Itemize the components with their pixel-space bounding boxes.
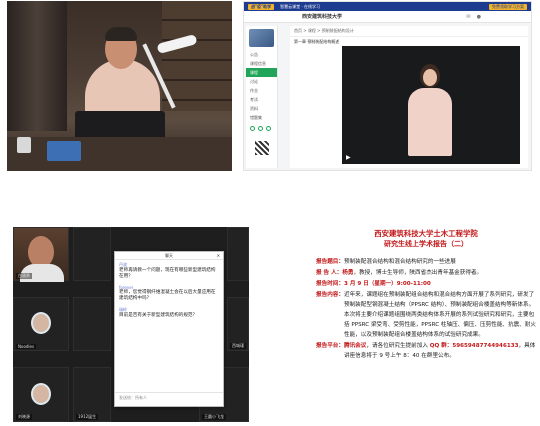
avatar	[31, 382, 51, 405]
participant-name: 西城瑾	[230, 343, 246, 349]
participant-name: 1912届生	[76, 414, 99, 420]
tool-icon[interactable]	[266, 126, 271, 131]
lecturer-figure	[406, 64, 454, 156]
video-tile-main[interactable]: 白國勇	[13, 227, 69, 282]
speaker-name: 杨勇	[342, 270, 354, 276]
video-tile[interactable]: Noodles	[13, 297, 69, 351]
sidebar-item[interactable]: 作业	[246, 86, 277, 95]
topic-row: 报告题目： 预制装配混合结构和混合结构研究的一些进展	[316, 257, 536, 267]
content-text: 近年来，课题组在预制装配组合结构和混合结构方面开展了系列研究，研发了预制装配型钢…	[343, 292, 536, 338]
sidebar-item[interactable]: 考试	[246, 95, 277, 104]
video-tile[interactable]	[227, 227, 249, 281]
course-sidebar: 公告 课程信息 课程 讨论 作业 考试 资料 错题集	[246, 26, 278, 168]
participant-name: Noodles	[16, 344, 37, 349]
chat-panel: 聊天 ✕ 丹波 老师再请教一个问题，现在有哪些新型建筑结构在用？ forever 老师…	[114, 251, 224, 407]
blue-box	[47, 141, 81, 161]
topic-value: 预制装配混合结构和混合结构研究的一些进展	[343, 259, 456, 265]
chat-text: 老师再请教一个问题，现在有哪些新型建筑结构在用？	[119, 268, 216, 280]
video-tile[interactable]: 1912届生	[73, 367, 111, 422]
sidebar-item[interactable]: 讨论	[246, 77, 277, 86]
video-tile[interactable]	[73, 227, 111, 281]
video-tile[interactable]: 刘晓源	[13, 367, 69, 422]
participant-name: 王圆小飞龙	[202, 414, 226, 420]
chat-text: 目前是否有关于新型建筑结构的规范？	[119, 312, 198, 318]
mug	[17, 137, 31, 153]
user-icon[interactable]: ●	[477, 14, 481, 20]
video-tile[interactable]: 西城瑾	[227, 297, 249, 351]
sidebar-item[interactable]: 课程	[246, 68, 277, 77]
teacher-photo	[7, 1, 232, 171]
participant-name: 刘晓源	[16, 414, 32, 420]
qr-code-icon	[254, 141, 269, 155]
university-name: 西安建筑科技大学	[302, 14, 343, 20]
participant-name: 白國勇	[16, 273, 32, 279]
tool-icon[interactable]	[258, 126, 263, 131]
breadcrumb[interactable]: 首页 > 课程 > 预制装配结构设计	[290, 26, 528, 37]
chat-footer[interactable]: 发送给：所有人	[115, 392, 223, 406]
banner-text: 智慧云课堂 · 在线学习	[280, 3, 320, 9]
avatar	[31, 312, 51, 334]
qq-label: QQ 群：	[429, 343, 453, 349]
video-player[interactable]: ▶	[342, 46, 520, 164]
speaker-row: 报 告 人： 杨勇，教授，博士生导师，陕西省杰出青年基金获得者。	[316, 268, 536, 278]
platform-row: 报告平台： 腾讯会议，请各位研究生提前加入 QQ 群：5965948774494…	[316, 341, 536, 361]
sidebar-item[interactable]: 错题集	[246, 113, 277, 122]
platform-label: 报告平台：	[316, 343, 344, 349]
qq-number: 59659487744946133	[452, 343, 519, 349]
teacher-hair	[105, 27, 137, 41]
sidebar-item[interactable]: 资料	[246, 104, 277, 113]
banner-button[interactable]: 免费领取学习方案	[489, 3, 527, 10]
close-icon[interactable]: ✕	[217, 252, 220, 260]
poster-subtitle: 研究生线上学术报告（二）	[384, 240, 468, 248]
chat-message: 丹波 老师再请教一个问题，现在有哪些新型建筑结构在用？	[115, 260, 223, 283]
speaker-desc: ，教授，博士生导师，陕西省杰出青年基金获得者。	[353, 270, 483, 276]
desk	[7, 137, 232, 171]
time-row: 报告时间： 3 月 9 日（星期一）9:00-11:00	[316, 279, 536, 289]
sidebar-tools	[246, 122, 277, 135]
chat-recipient[interactable]: 发送给：所有人	[119, 395, 147, 400]
tool-icon[interactable]	[250, 126, 255, 131]
content-label: 报告内容：	[316, 292, 344, 298]
curtain	[7, 1, 67, 131]
lecturer-face	[423, 69, 437, 86]
chat-title: 聊天	[165, 253, 173, 258]
poster-title: 西安建筑科技大学土木工程学院	[374, 229, 478, 238]
elearning-screenshot: 战"疫"助学 智慧云课堂 · 在线学习 免费领取学习方案 西安建筑科技大学 ✉ …	[243, 1, 532, 171]
top-icons: ✉ ●	[466, 14, 481, 20]
banner-brand: 战"疫"助学	[248, 3, 275, 10]
time-value: 3 月 9 日（星期一）9:00-11:00	[343, 281, 431, 287]
promo-banner: 战"疫"助学 智慧云课堂 · 在线学习 免费领取学习方案	[244, 2, 531, 11]
bookshelf	[162, 1, 232, 111]
platform-text: ，请各位研究生提前加入	[366, 343, 430, 349]
chat-text: 老师，您觉得钢纤维混凝土会在以后大量应用在建筑结构中吗？	[119, 289, 216, 302]
chat-message: forever 老师，您觉得钢纤维混凝土会在以后大量应用在建筑结构中吗？	[115, 283, 223, 305]
video-meeting-screenshot: 白國勇 Noodles 西城瑾 刘晓源 1912届生 王圆小飞龙 聊天 ✕ 丹波…	[13, 227, 249, 422]
lecturer-body	[408, 88, 452, 156]
speaker-label: 报 告 人：	[316, 270, 343, 276]
video-tile[interactable]	[73, 297, 111, 351]
lecture-poster: 西安建筑科技大学土木工程学院 研究生线上学术报告（二） 报告题目： 预制装配混合…	[316, 229, 536, 422]
top-bar: 西安建筑科技大学 ✉ ●	[244, 11, 531, 23]
platform-name: 腾讯会议	[343, 343, 367, 349]
course-cover-image	[249, 29, 274, 47]
sidebar-item[interactable]: 公告	[246, 50, 277, 59]
time-label: 报告时间：	[316, 281, 344, 287]
mail-icon[interactable]: ✉	[466, 14, 470, 20]
chat-title-bar: 聊天 ✕	[115, 252, 223, 260]
chat-message: 瑞岭 目前是否有关于新型建筑结构的规范？	[115, 305, 223, 321]
play-icon[interactable]: ▶	[346, 155, 352, 161]
course-content: 首页 > 课程 > 预制装配结构设计 第一章 预制装配结构概述 ▶	[290, 26, 528, 168]
sidebar-item[interactable]: 课程信息	[246, 59, 277, 68]
content-row: 报告内容： 近年来，课题组在预制装配组合结构和混合结构方面开展了系列研究，研发了…	[316, 290, 536, 340]
topic-label: 报告题目：	[316, 259, 344, 265]
